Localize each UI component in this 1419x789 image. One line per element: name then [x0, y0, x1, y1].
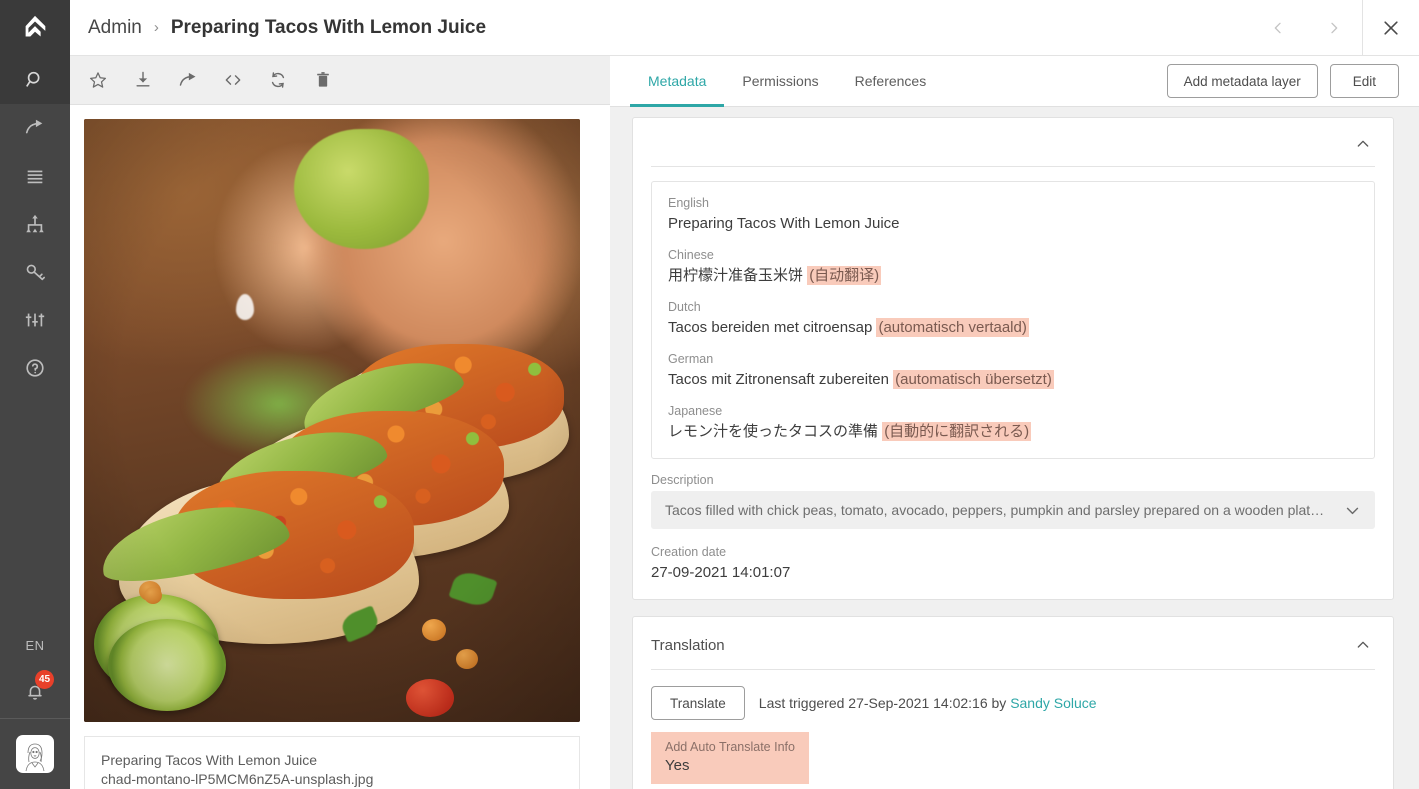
- page-title: Preparing Tacos With Lemon Juice: [170, 16, 487, 38]
- next-asset-button[interactable]: [1306, 0, 1362, 56]
- auto-translate-label: Add Auto Translate Info: [665, 740, 795, 754]
- title-row: Dutch Tacos bereiden met citroensap (aut…: [668, 300, 1358, 338]
- tab-permissions[interactable]: Permissions: [724, 56, 836, 107]
- title-text: Tacos mit Zitronensaft zubereiten: [668, 371, 889, 388]
- user-avatar-image: [16, 735, 54, 773]
- prev-asset-button[interactable]: [1250, 0, 1306, 56]
- notification-badge: 45: [35, 670, 54, 689]
- translation-section-title: Translation: [651, 636, 725, 654]
- title-text: Preparing Tacos With Lemon Juice: [668, 215, 900, 232]
- translation-card: Translation Translate Last triggered 27-…: [632, 616, 1394, 789]
- metadata-pane: Metadata Permissions References Add meta…: [610, 56, 1419, 789]
- title-language-label: Japanese: [668, 404, 723, 418]
- star-icon[interactable]: [86, 68, 110, 92]
- refresh-icon[interactable]: [266, 68, 290, 92]
- creation-date-field: Creation date 27-09-2021 14:01:07: [651, 545, 1375, 583]
- brand-logo-icon[interactable]: [0, 0, 70, 56]
- sidebar-nav: [0, 56, 70, 392]
- asset-preview-pane: Preparing Tacos With Lemon Juice chad-mo…: [70, 56, 610, 789]
- sidebar-item-search[interactable]: [0, 56, 70, 104]
- title-translations-box: English Preparing Tacos With Lemon Juice…: [651, 181, 1375, 459]
- title-language-label: Chinese: [668, 248, 714, 262]
- asset-caption: Preparing Tacos With Lemon Juice chad-mo…: [84, 736, 580, 789]
- add-metadata-layer-button[interactable]: Add metadata layer: [1166, 64, 1318, 98]
- auto-translate-info: Add Auto Translate Info Yes: [651, 732, 809, 784]
- description-field: Description Tacos filled with chick peas…: [651, 473, 1375, 529]
- title-value: 用柠檬汁准备玉米饼 (自动翻译): [668, 266, 1358, 286]
- auto-translated-badge: (automatisch übersetzt): [893, 370, 1054, 389]
- title-row: English Preparing Tacos With Lemon Juice: [668, 196, 1358, 234]
- metadata-scroll-area: English Preparing Tacos With Lemon Juice…: [610, 107, 1419, 789]
- top-header: Admin › Preparing Tacos With Lemon Juice: [70, 0, 1419, 56]
- left-sidebar: EN 45: [0, 0, 70, 789]
- image-vignette: [84, 119, 580, 722]
- translation-card-header: Translation: [633, 617, 1393, 669]
- edit-button[interactable]: Edit: [1329, 64, 1399, 98]
- description-value: Tacos filled with chick peas, tomato, av…: [665, 502, 1325, 518]
- creation-date-label: Creation date: [651, 545, 727, 559]
- asset-image[interactable]: [84, 119, 580, 722]
- sidebar-item-key[interactable]: [0, 248, 70, 296]
- auto-translated-badge: (自动翻译): [807, 266, 882, 285]
- sidebar-item-share[interactable]: [0, 104, 70, 152]
- chevron-up-icon[interactable]: [1351, 633, 1375, 657]
- title-language-label: English: [668, 196, 709, 210]
- auto-translate-value: Yes: [665, 757, 690, 774]
- auto-translated-badge: (automatisch vertaald): [876, 318, 1029, 337]
- caption-title: Preparing Tacos With Lemon Juice: [101, 752, 318, 768]
- close-button[interactable]: [1363, 0, 1419, 56]
- auto-translated-badge: (自動的に翻訳される): [882, 422, 1032, 441]
- sidebar-item-hierarchy[interactable]: [0, 200, 70, 248]
- metadata-card: English Preparing Tacos With Lemon Juice…: [632, 117, 1394, 600]
- sidebar-item-list[interactable]: [0, 152, 70, 200]
- language-switcher[interactable]: EN: [0, 624, 70, 666]
- asset-toolbar: [70, 56, 610, 105]
- title-row: German Tacos mit Zitronensaft zubereiten…: [668, 352, 1358, 390]
- last-triggered-text: Last triggered 27-Sep-2021 14:02:16 by: [758, 695, 1007, 711]
- metadata-tabs: Metadata Permissions References Add meta…: [610, 56, 1419, 107]
- breadcrumb-root[interactable]: Admin: [88, 17, 142, 39]
- translate-button[interactable]: Translate: [651, 686, 745, 720]
- triggered-by-link[interactable]: Sandy Soluce: [1010, 695, 1096, 711]
- title-text: Tacos bereiden met citroensap: [668, 319, 873, 336]
- application-root: EN 45 Admin › Preparing Tacos With Lemon…: [0, 0, 1419, 789]
- creation-date-value: 27-09-2021 14:01:07: [651, 564, 791, 581]
- title-row: Chinese 用柠檬汁准备玉米饼 (自动翻译): [668, 248, 1358, 286]
- description-value-box[interactable]: Tacos filled with chick peas, tomato, av…: [651, 491, 1375, 529]
- description-label: Description: [651, 473, 714, 487]
- sidebar-item-settings[interactable]: [0, 296, 70, 344]
- share-arrow-icon[interactable]: [176, 68, 200, 92]
- sidebar-item-help[interactable]: [0, 344, 70, 392]
- title-value: Preparing Tacos With Lemon Juice: [668, 214, 1358, 234]
- metadata-card-body: English Preparing Tacos With Lemon Juice…: [633, 167, 1393, 599]
- title-value: レモン汁を使ったタコスの準備 (自動的に翻訳される): [668, 422, 1358, 442]
- title-language-label: Dutch: [668, 300, 701, 314]
- metadata-card-header: [633, 118, 1393, 166]
- last-triggered-info: Last triggered 27-Sep-2021 14:02:16 by S…: [759, 695, 1097, 711]
- download-icon[interactable]: [131, 68, 155, 92]
- avatar[interactable]: [0, 719, 70, 789]
- breadcrumb-separator-icon: ›: [153, 19, 159, 36]
- title-text: 用柠檬汁准备玉米饼: [668, 267, 804, 284]
- tab-references[interactable]: References: [837, 56, 945, 107]
- trash-icon[interactable]: [311, 68, 335, 92]
- caption-filename: chad-montano-lP5MCM6nZ5A-unsplash.jpg: [101, 771, 374, 787]
- breadcrumb: Admin › Preparing Tacos With Lemon Juice: [70, 17, 486, 39]
- code-icon[interactable]: [221, 68, 245, 92]
- title-value: Tacos mit Zitronensaft zubereiten (autom…: [668, 370, 1358, 390]
- title-row: Japanese レモン汁を使ったタコスの準備 (自動的に翻訳される): [668, 404, 1358, 442]
- chevron-down-icon[interactable]: [1344, 502, 1361, 519]
- translate-row: Translate Last triggered 27-Sep-2021 14:…: [651, 686, 1375, 720]
- chevron-up-icon[interactable]: [1351, 132, 1375, 156]
- notifications-button[interactable]: 45: [0, 666, 70, 718]
- preview-body: Preparing Tacos With Lemon Juice chad-mo…: [70, 105, 610, 789]
- title-text: レモン汁を使ったタコスの準備: [668, 423, 879, 440]
- title-language-label: German: [668, 352, 714, 366]
- tab-metadata[interactable]: Metadata: [630, 56, 725, 107]
- title-value: Tacos bereiden met citroensap (automatis…: [668, 318, 1358, 338]
- translation-card-body: Translate Last triggered 27-Sep-2021 14:…: [633, 670, 1393, 789]
